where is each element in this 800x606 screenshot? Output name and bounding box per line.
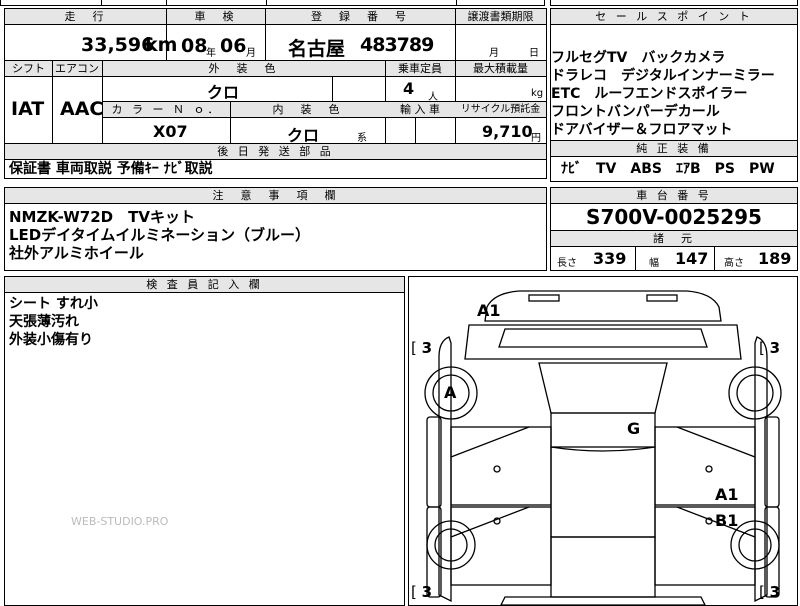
notes-header: 注 意 事 項 欄 (5, 188, 546, 204)
recycle-value: 9,710 (482, 122, 533, 141)
tire-bracket-front-right: [ 3 (759, 339, 781, 357)
sales-points-box: セ ー ル ス ポ イ ン ト フルセグTV バックカメラ ドラレコ デジタルイ… (550, 8, 798, 141)
specs-header: 諸 元 (551, 231, 797, 247)
rear-window (550, 446, 656, 538)
registration-city: 名古屋 (288, 38, 346, 60)
front-grille (528, 294, 560, 302)
damage-mark-right-1: A1 (715, 485, 739, 504)
transfer-day-unit: 日 (529, 48, 539, 59)
aircon-header: エアコン (52, 61, 102, 77)
shift-header: シフト (5, 61, 52, 77)
genuine-equipment-value: ﾅﾋﾞ TV ABS ｴｱB PS PW (561, 161, 775, 177)
max-load-header: 最大積載量 (455, 61, 546, 77)
sales-point-item: ドラレコ デジタルインナーミラー (551, 68, 775, 84)
inspector-line: シート すれ小 (9, 296, 98, 312)
registration-number: 483789 (360, 34, 434, 56)
rear-hatch (550, 536, 656, 598)
genuine-equipment-header: 純 正 装 備 (551, 141, 797, 157)
car-diagram-box: A1 A G A1 B1 [ 3 [ 3 [ 3 [ 3 (408, 276, 798, 606)
note-line: LEDデイタイムイルミネーション（ブルー） (9, 226, 311, 244)
recycle-unit: 円 (531, 133, 541, 144)
genuine-equipment-box: 純 正 装 備 ﾅﾋﾞ TV ABS ｴｱB PS PW (550, 140, 798, 182)
top-partial-strip-right (550, 0, 798, 6)
watermark: WEB-STUDIO.PRO (71, 515, 169, 528)
sales-points-list: フルセグTV バックカメラ ドラレコ デジタルインナーミラー ETC ルーフエン… (551, 49, 775, 139)
max-load-unit: kg (531, 88, 544, 99)
damage-mark-front: A1 (477, 301, 501, 320)
notes-box: 注 意 事 項 欄 NMZK-W72D TVキット LEDデイタイムイルミネーシ… (4, 187, 547, 271)
interior-color-header: 内 装 色 (230, 102, 385, 118)
front-grille (646, 294, 678, 302)
sales-point-item: ドアバイザー＆フロアマット (551, 122, 733, 138)
exterior-color-value: クロ (207, 83, 240, 102)
damage-mark-roof: G (627, 419, 641, 438)
tire-bracket-front-left: [ 3 (411, 339, 433, 357)
height-value: 189 (758, 249, 792, 268)
chassis-number: S700V-0025295 (586, 205, 762, 229)
aftermarket-header: 後 日 発 送 部 品 (5, 144, 546, 160)
import-header: 輸 入 車 (385, 102, 455, 118)
inspection-month-unit: 月 (246, 48, 256, 59)
inspector-line: 天張薄汚れ (9, 314, 79, 330)
color-no-value: X07 (153, 122, 188, 141)
mileage-header: 走 行 (5, 9, 166, 25)
length-label: 長さ (557, 258, 577, 269)
registration-header: 登 録 番 号 (265, 9, 455, 25)
color-no-header: カ ラ ー Ｎ ｏ． (103, 102, 230, 118)
inspection-year: 08 (181, 35, 208, 57)
width-label: 幅 (649, 258, 659, 269)
transfer-month-unit: 月 (489, 48, 499, 59)
length-value: 339 (593, 249, 627, 268)
sales-points-header: セ ー ル ス ポ イ ン ト (551, 9, 797, 25)
recycle-header: リサイクル預託金 (455, 102, 546, 118)
sales-point-item: フルセグTV バックカメラ (551, 50, 726, 66)
car-body-diagram (424, 290, 782, 605)
mileage-value: 33,596 (81, 34, 155, 56)
inspection-month: 06 (220, 35, 247, 57)
damage-mark-left-wheel: A (444, 383, 457, 402)
inspector-header: 検 査 員 記 入 欄 (5, 277, 404, 293)
inspection-year-unit: 年 (206, 48, 216, 59)
sales-point-item: フロントバンパーデカール (551, 104, 720, 120)
left-rear-door (450, 506, 552, 586)
tire-bracket-rear-left: [ 3 (411, 583, 433, 601)
aftermarket-value: 保証書 車両取説 予備ｷｰ ﾅﾋﾞ取説 (9, 161, 213, 177)
right-rear-door (654, 506, 756, 586)
inspector-box: 検 査 員 記 入 欄 シート すれ小 天張薄汚れ 外装小傷有り WEB-STU… (4, 276, 405, 606)
inspection-header: 車 検 (166, 9, 265, 25)
front-bumper (484, 290, 722, 322)
interior-color-unit: 系 (357, 133, 367, 144)
note-line: 社外アルミホイール (9, 244, 144, 262)
tire-bracket-rear-right: [ 3 (759, 583, 781, 601)
exterior-color-header: 外 装 色 (102, 61, 385, 77)
inspector-line: 外装小傷有り (9, 332, 93, 348)
note-line: NMZK-W72D TVキット (9, 208, 195, 226)
basic-info-table: 走 行 車 検 登 録 番 号 譲渡書類期限 33,596 km 08 年 06… (4, 8, 547, 179)
mileage-unit: km (145, 34, 178, 56)
width-value: 147 (675, 249, 709, 268)
right-front-door (654, 426, 756, 506)
shift-value: IAT (11, 98, 45, 120)
hood (464, 324, 742, 360)
damage-mark-right-2: B1 (715, 511, 739, 530)
capacity-value: 4 (403, 79, 415, 98)
sales-point-item: ETC ルーフエンドスポイラー (551, 86, 748, 102)
height-label: 高さ (724, 258, 744, 269)
chassis-box: 車 台 番 号 S700V-0025295 諸 元 長さ 339 幅 147 高… (550, 187, 798, 271)
top-partial-strip (0, 0, 545, 6)
transfer-header: 譲渡書類期限 (455, 9, 546, 25)
left-front-door (450, 426, 552, 506)
aircon-value: AAC (60, 98, 104, 120)
capacity-header: 乗車定員 (385, 61, 455, 77)
windshield (538, 362, 668, 414)
chassis-header: 車 台 番 号 (551, 188, 797, 204)
rear-bumper (500, 596, 706, 605)
